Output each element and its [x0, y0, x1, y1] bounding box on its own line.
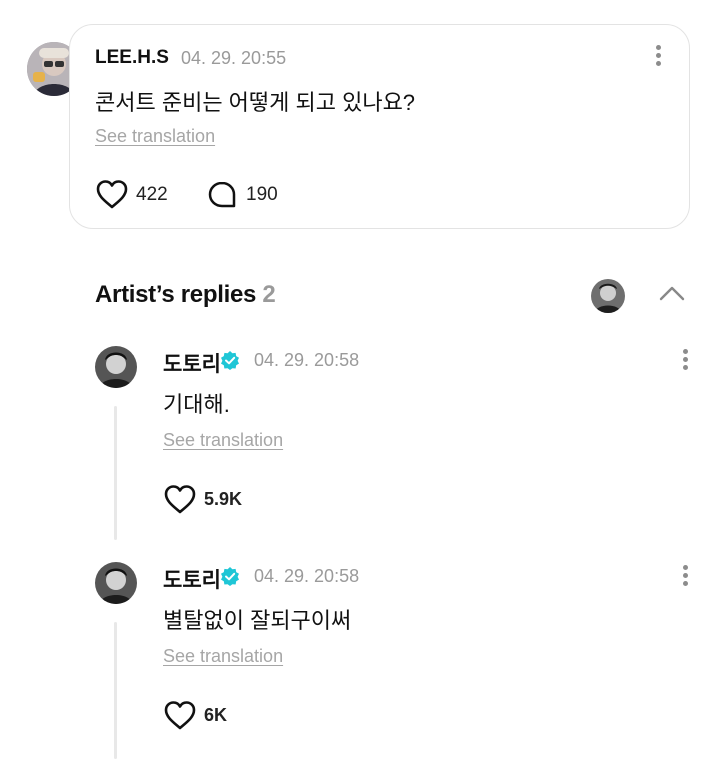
post-see-translation-link[interactable]: See translation — [95, 126, 215, 147]
post-like-count: 422 — [136, 184, 168, 205]
reply-see-translation-link[interactable]: See translation — [163, 646, 283, 667]
artist-replies-header: Artist’s replies 2 — [95, 281, 276, 309]
reply-see-translation-link[interactable]: See translation — [163, 430, 283, 451]
verified-badge-icon — [221, 567, 239, 586]
artist-replies-title: Artist’s replies — [95, 281, 257, 308]
heart-icon[interactable] — [95, 179, 129, 209]
artist-mini-avatar[interactable] — [591, 279, 625, 313]
verified-badge-icon — [221, 351, 239, 370]
chevron-up-icon[interactable] — [658, 284, 686, 302]
heart-icon[interactable] — [163, 484, 197, 514]
reply-text: 별탈없이 잘되구이써 — [163, 608, 352, 633]
artist-replies-count: 2 — [262, 281, 276, 308]
thread-line — [114, 622, 117, 759]
post-comment-count: 190 — [246, 184, 278, 205]
reply-author-avatar[interactable] — [95, 562, 137, 604]
thread-line — [114, 406, 117, 540]
reply-text: 기대해. — [163, 392, 230, 417]
heart-icon[interactable] — [163, 700, 197, 730]
reply-date: 04. 29. 20:58 — [254, 350, 360, 370]
post-author-name[interactable]: LEE.H.S — [95, 47, 169, 69]
post-more-options-icon[interactable] — [652, 45, 664, 69]
reply-more-options-icon[interactable] — [679, 349, 691, 373]
reply-author-avatar[interactable] — [95, 346, 137, 388]
reply-more-options-icon[interactable] — [679, 565, 691, 589]
reply-like-count: 6K — [204, 705, 228, 725]
reply-like-count: 5.9K — [204, 489, 243, 509]
reply-date: 04. 29. 20:58 — [254, 566, 360, 586]
reply-author-name[interactable]: 도토리 — [163, 564, 221, 594]
post-date: 04. 29. 20:55 — [181, 48, 287, 68]
reply-author-name[interactable]: 도토리 — [163, 348, 221, 378]
comment-icon[interactable] — [207, 180, 237, 210]
post-text: 콘서트 준비는 어떻게 되고 있나요? — [95, 90, 416, 115]
